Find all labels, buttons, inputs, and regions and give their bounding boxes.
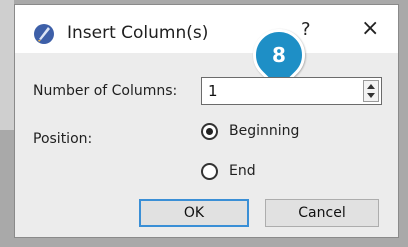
spin-down-icon[interactable] (367, 93, 375, 98)
insert-columns-dialog: Insert Column(s) ? × 8 Number of Columns… (14, 4, 399, 238)
dialog-title: Insert Column(s) (67, 23, 209, 43)
callout-number: 8 (272, 43, 286, 67)
close-button[interactable]: × (361, 16, 379, 41)
radio-end-icon[interactable] (201, 163, 218, 180)
position-label: Position: (33, 131, 93, 147)
columns-spinbox[interactable]: 1 (201, 77, 382, 105)
radio-end-label[interactable]: End (229, 163, 256, 179)
app-logo-icon (34, 24, 54, 44)
title-bar: Insert Column(s) ? × (15, 5, 398, 53)
columns-label: Number of Columns: (33, 83, 178, 99)
cancel-button[interactable]: Cancel (265, 199, 379, 227)
spin-up-icon[interactable] (367, 84, 375, 89)
background-panel (0, 0, 14, 130)
columns-value[interactable]: 1 (208, 82, 218, 100)
spin-buttons[interactable] (363, 80, 379, 102)
ok-button[interactable]: OK (139, 199, 249, 227)
radio-beginning-icon[interactable] (201, 123, 218, 140)
radio-beginning-label[interactable]: Beginning (229, 123, 299, 139)
